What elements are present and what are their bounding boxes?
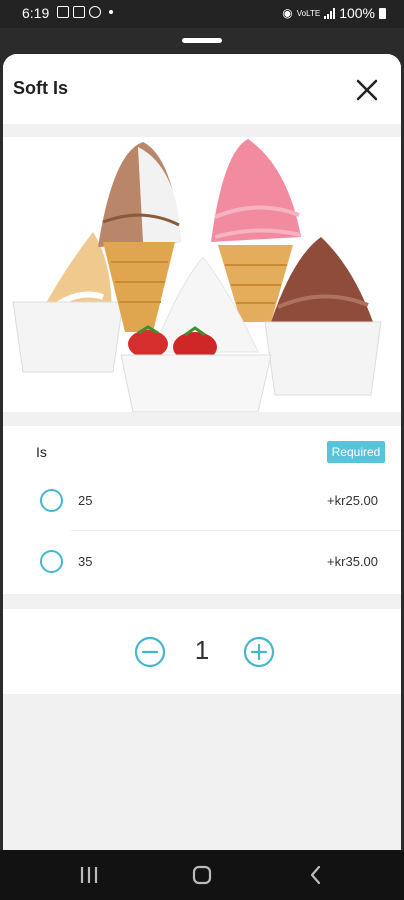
home-icon[interactable]	[191, 864, 213, 886]
status-time: 6:19	[22, 5, 50, 21]
option-label: 35	[78, 554, 93, 569]
divider	[71, 530, 401, 531]
page-title: Soft Is	[13, 78, 69, 98]
notification-icons	[57, 6, 113, 18]
hotspot-icon: ◉	[282, 6, 293, 20]
more-notifications-icon	[109, 10, 113, 14]
option-group: Is Required 25 +kr25.00 35 +kr35.00	[3, 426, 401, 594]
battery-percent: 100%	[339, 5, 375, 21]
recents-icon[interactable]	[78, 864, 100, 886]
plus-circle-icon[interactable]	[243, 636, 275, 668]
product-image	[3, 137, 401, 412]
battery-icon	[379, 7, 386, 19]
product-sheet: Soft Is Is Required 25 +kr25.00 35 +kr35…	[3, 54, 401, 850]
back-icon[interactable]	[305, 864, 327, 886]
gallery-icon	[57, 6, 69, 18]
signal-icon	[324, 7, 336, 19]
close-icon[interactable]	[353, 76, 381, 104]
status-indicators: ◉ VoLTE 100%	[282, 5, 386, 21]
volte-label: VoLTE	[296, 8, 321, 18]
option-row-25[interactable]: 25 +kr25.00	[3, 476, 401, 526]
radio-button[interactable]	[40, 489, 63, 512]
app-icon	[89, 6, 101, 18]
minus-circle-icon[interactable]	[134, 636, 166, 668]
ice-cream-illustration	[3, 137, 401, 412]
required-badge: Required	[327, 441, 385, 463]
radio-button[interactable]	[40, 550, 63, 573]
option-group-title: Is	[36, 444, 47, 460]
quantity-stepper: 1	[3, 609, 401, 694]
option-price: +kr25.00	[327, 493, 378, 508]
quantity-value: 1	[194, 635, 210, 665]
system-nav-bar	[0, 850, 404, 900]
option-label: 25	[78, 493, 93, 508]
status-bar: 6:19 ◉ VoLTE 100%	[0, 0, 404, 28]
sheet-header: Soft Is	[3, 54, 401, 124]
mail-icon	[73, 6, 85, 18]
option-row-35[interactable]: 35 +kr35.00	[3, 537, 401, 587]
sheet-drag-handle[interactable]	[182, 38, 222, 43]
option-price: +kr35.00	[327, 554, 378, 569]
